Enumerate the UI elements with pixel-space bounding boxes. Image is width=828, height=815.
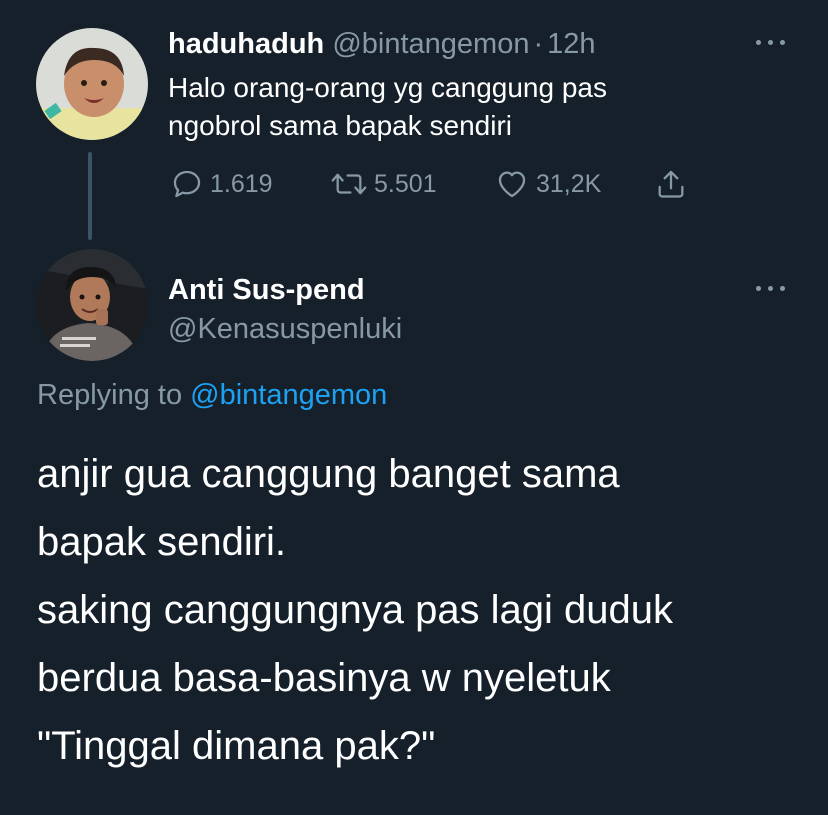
- avatar-haduhaduh[interactable]: [36, 28, 148, 140]
- reply-text-line: bapak sendiri.: [37, 520, 287, 564]
- thread-connector-line: [88, 152, 92, 240]
- reply-icon: [173, 170, 201, 198]
- tweet-text-line: ngobrol sama bapak sendiri: [168, 110, 512, 141]
- reply-handle[interactable]: @Kenasuspenluki: [168, 311, 402, 347]
- replying-to-line: Replying to @bintangemon: [37, 379, 387, 412]
- tweet-time-separator: ·: [533, 28, 544, 60]
- tweet-more-icon[interactable]: [756, 37, 786, 47]
- reply-count: 1.619: [210, 169, 273, 198]
- reply-display-name[interactable]: Anti Sus-pend: [168, 272, 365, 308]
- tweet-text-line: Halo orang-orang yg canggung pas: [168, 72, 607, 103]
- tweet-author: haduhaduh @bintangemon · 12h: [168, 26, 596, 62]
- reply-text: anjir gua canggung banget sama bapak sen…: [37, 440, 817, 780]
- replying-to-label: Replying to: [37, 379, 183, 411]
- avatar-photo: [36, 249, 148, 361]
- like-action[interactable]: 31,2K: [494, 166, 601, 202]
- retweet-action[interactable]: 5.501: [330, 166, 437, 202]
- retweet-icon: [331, 173, 367, 195]
- share-action[interactable]: [654, 166, 694, 202]
- reply-text-line: "Tinggal dimana pak?": [37, 724, 436, 768]
- avatar-photo: [36, 28, 148, 140]
- reply-text-line: anjir gua canggung banget sama: [37, 452, 620, 496]
- reply-text-line: saking canggungnya pas lagi duduk: [37, 588, 674, 632]
- like-count: 31,2K: [536, 169, 602, 198]
- heart-icon: [498, 171, 526, 198]
- reply-text-line: berdua basa-basinya w nyeletuk: [37, 656, 611, 700]
- tweet-display-name[interactable]: haduhaduh: [168, 28, 324, 60]
- reply-more-icon[interactable]: [756, 283, 786, 293]
- tweet-handle[interactable]: @bintangemon: [332, 28, 529, 60]
- replying-to-mention[interactable]: @bintangemon: [190, 379, 387, 411]
- avatar-anti-sus-pend[interactable]: [36, 249, 148, 361]
- share-icon: [658, 170, 684, 198]
- reply-action[interactable]: 1.619: [170, 166, 273, 202]
- tweet-time[interactable]: 12h: [547, 28, 595, 60]
- retweet-count: 5.501: [374, 169, 437, 198]
- tweet-text: Halo orang-orang yg canggung pas ngobrol…: [168, 69, 768, 145]
